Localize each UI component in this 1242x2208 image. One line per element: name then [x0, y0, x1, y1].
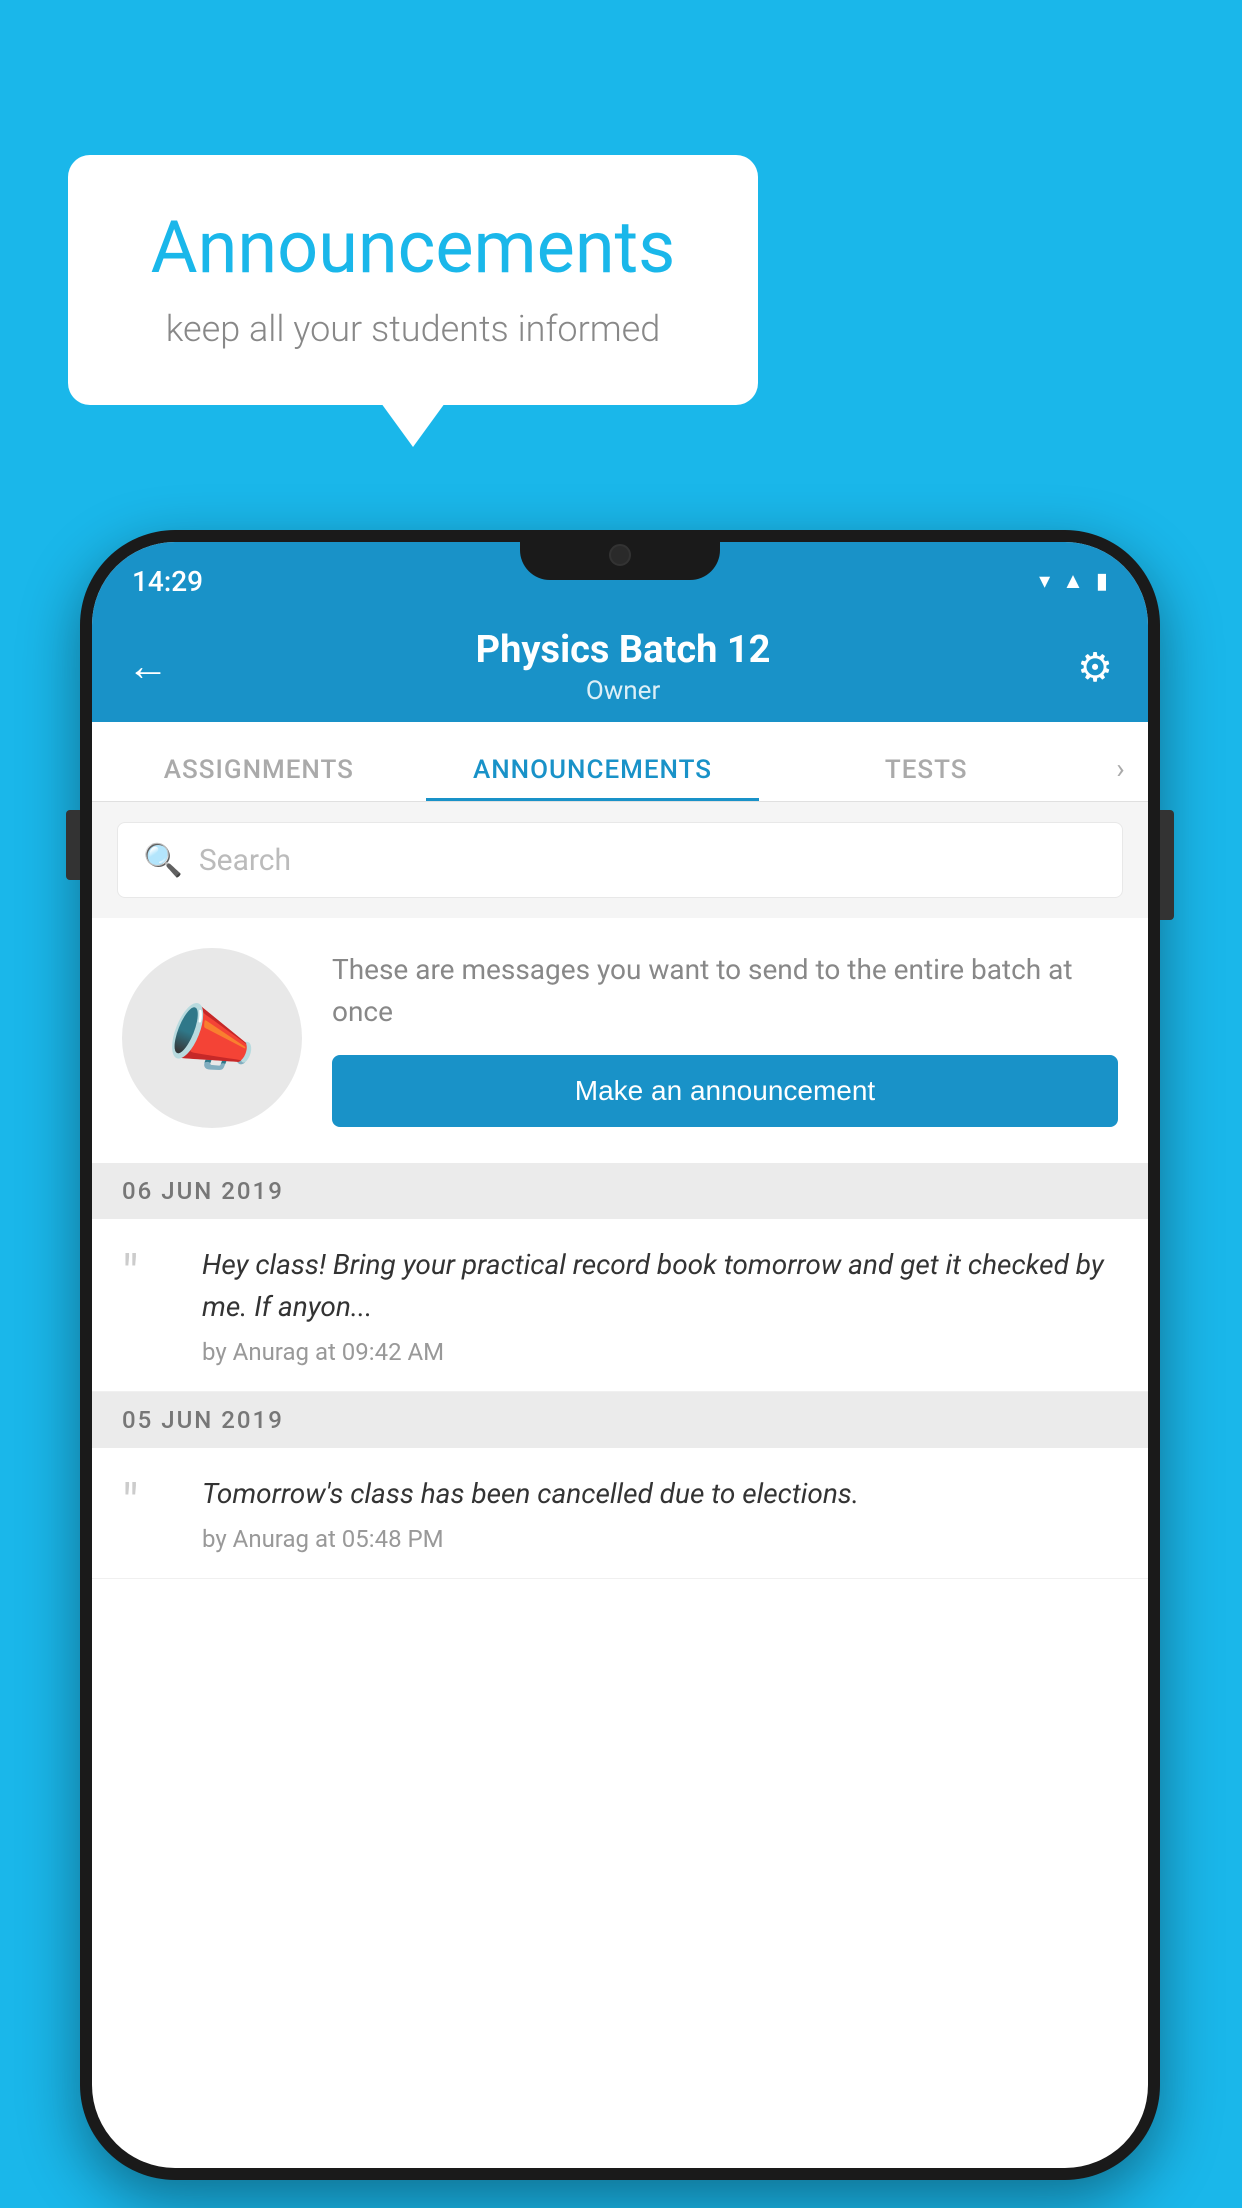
- promo-card: 📣 These are messages you want to send to…: [92, 918, 1148, 1163]
- tab-assignments[interactable]: ASSIGNMENTS: [92, 755, 426, 801]
- status-icons: ▾ ▲ ▮: [1039, 568, 1108, 594]
- tab-more[interactable]: ›: [1093, 752, 1148, 801]
- back-button[interactable]: ←: [127, 646, 169, 688]
- phone-mockup: 14:29 ▾ ▲ ▮ ← Physics Batch 12 Owner ⚙: [80, 530, 1160, 2180]
- announcement-author-1: by Anurag at 09:42 AM: [202, 1338, 1118, 1366]
- battery-icon: ▮: [1096, 569, 1108, 594]
- header-center: Physics Batch 12 Owner: [476, 628, 771, 706]
- make-announcement-button[interactable]: Make an announcement: [332, 1055, 1118, 1127]
- phone-screen: 14:29 ▾ ▲ ▮ ← Physics Batch 12 Owner ⚙: [92, 542, 1148, 2168]
- quote-icon-2: ": [122, 1478, 177, 1530]
- notch-camera: [609, 544, 631, 566]
- announcement-text-1: Hey class! Bring your practical record b…: [202, 1244, 1118, 1366]
- settings-icon[interactable]: ⚙: [1077, 644, 1113, 691]
- wifi-icon: ▾: [1039, 569, 1050, 594]
- search-container: 🔍 Search: [92, 802, 1148, 918]
- search-input[interactable]: Search: [199, 843, 291, 878]
- app-header: ← Physics Batch 12 Owner ⚙: [92, 612, 1148, 722]
- phone-outer: 14:29 ▾ ▲ ▮ ← Physics Batch 12 Owner ⚙: [80, 530, 1160, 2180]
- megaphone-icon: 📣: [167, 996, 257, 1081]
- announcement-message-1: Hey class! Bring your practical record b…: [202, 1244, 1118, 1328]
- announcement-message-2: Tomorrow's class has been cancelled due …: [202, 1473, 1118, 1515]
- promo-icon-circle: 📣: [122, 948, 302, 1128]
- announcement-text-2: Tomorrow's class has been cancelled due …: [202, 1473, 1118, 1553]
- search-icon: 🔍: [143, 841, 183, 879]
- tabs-bar: ASSIGNMENTS ANNOUNCEMENTS TESTS ›: [92, 722, 1148, 802]
- header-title: Physics Batch 12: [476, 628, 771, 672]
- promo-content: These are messages you want to send to t…: [332, 949, 1118, 1127]
- date-divider-1: 06 JUN 2019: [92, 1163, 1148, 1219]
- speech-bubble-container: Announcements keep all your students inf…: [68, 155, 758, 405]
- tab-announcements[interactable]: ANNOUNCEMENTS: [426, 755, 760, 801]
- tab-tests[interactable]: TESTS: [759, 755, 1093, 801]
- quote-icon-1: ": [122, 1249, 177, 1301]
- search-box[interactable]: 🔍 Search: [117, 822, 1123, 898]
- header-subtitle: Owner: [476, 676, 771, 706]
- speech-bubble: Announcements keep all your students inf…: [68, 155, 758, 405]
- signal-icon: ▲: [1062, 568, 1084, 594]
- announcement-author-2: by Anurag at 05:48 PM: [202, 1525, 1118, 1553]
- announcement-item-2[interactable]: " Tomorrow's class has been cancelled du…: [92, 1448, 1148, 1579]
- status-time: 14:29: [132, 565, 203, 598]
- speech-bubble-subtitle: keep all your students informed: [128, 308, 698, 350]
- phone-notch: [520, 530, 720, 580]
- date-divider-2: 05 JUN 2019: [92, 1392, 1148, 1448]
- announcement-item-1[interactable]: " Hey class! Bring your practical record…: [92, 1219, 1148, 1392]
- speech-bubble-title: Announcements: [128, 205, 698, 290]
- promo-description: These are messages you want to send to t…: [332, 949, 1118, 1033]
